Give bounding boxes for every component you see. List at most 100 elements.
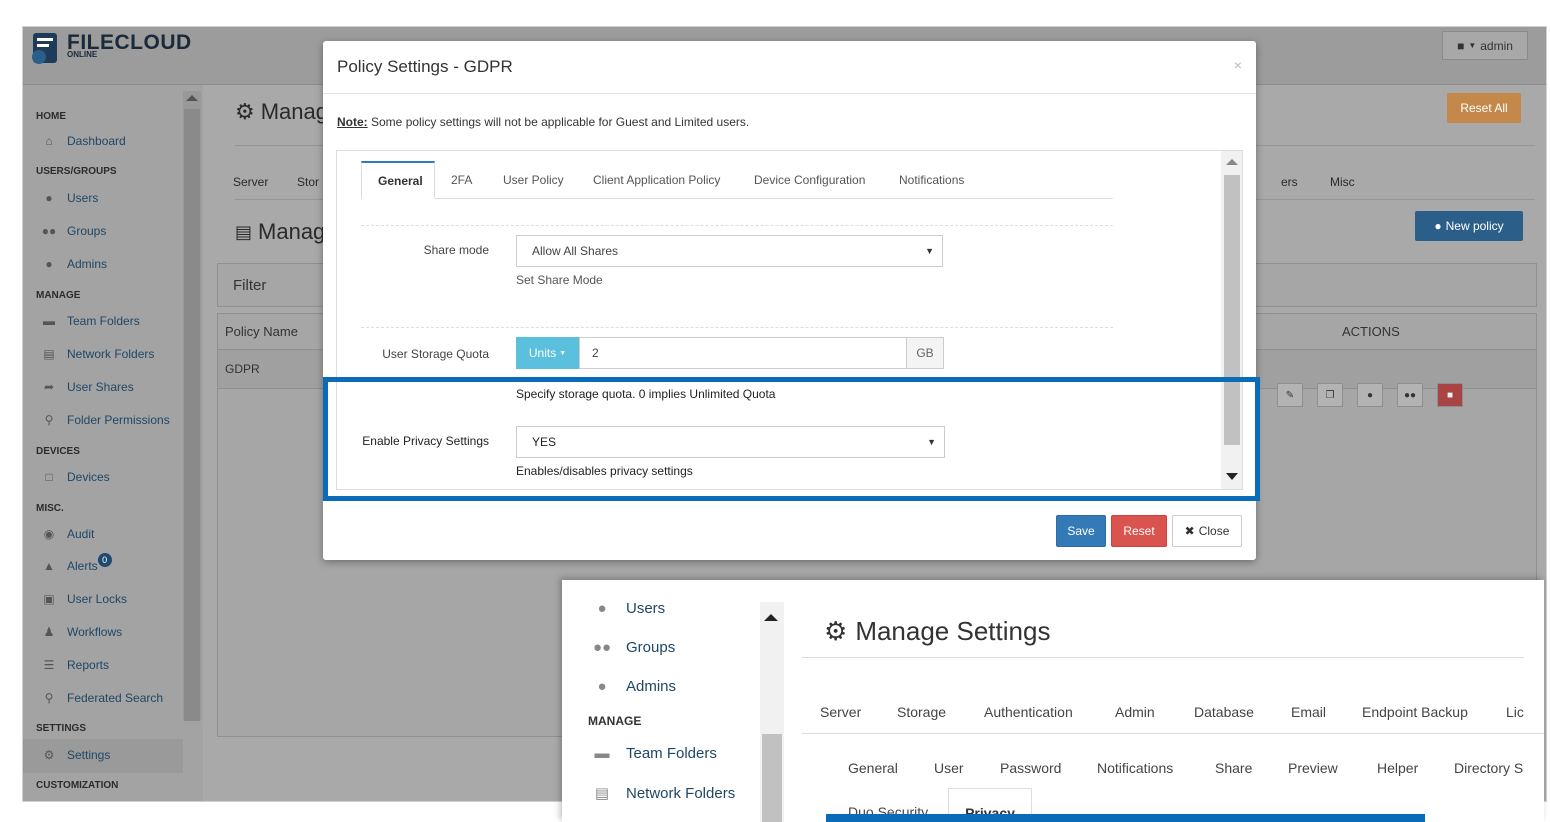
users-icon: ●● [41,224,57,238]
tab-user-policy[interactable]: User Policy [487,161,580,199]
admin-user-menu[interactable]: ■ ▼ admin [1442,31,1528,60]
tab-authentication[interactable]: Authentication [984,704,1073,720]
close-button[interactable]: ✖ Close [1172,515,1242,547]
subtab-general[interactable]: General [848,760,898,776]
subtab-helper[interactable]: Helper [1377,760,1418,776]
filecloud-logo[interactable]: FILECLOUD ONLINE [29,29,191,67]
sidebar-section-customization: CUSTOMIZATION [36,780,119,791]
tab-notifications[interactable]: Notifications [883,161,980,199]
tab-storage[interactable]: Stor [297,175,319,189]
sidebar-item-network-folders[interactable]: ▤ Network Folders [592,784,736,803]
eye-icon: ◉ [43,527,55,541]
policy-name-cell: GDPR [225,362,260,376]
sidebar-item-dashboard[interactable]: ⌂ Dashboard [41,134,125,148]
sidebar-item-team-folders[interactable]: ▬ Team Folders [592,745,717,762]
sidebar-item-users[interactable]: ● Users [41,191,98,205]
tab-storage[interactable]: Storage [897,704,946,720]
sidebar-item-user-shares[interactable]: ➦ User Shares [41,380,134,394]
close-icon[interactable]: × [1234,57,1242,73]
subtab-share[interactable]: Share [1215,760,1252,776]
note-text: Some policy settings will not be applica… [367,115,750,129]
tab-server[interactable]: Server [233,175,268,189]
edit-icon[interactable]: ✎ [1277,383,1303,407]
sidebar-item-folder-permissions[interactable]: ⚲ Folder Permissions [41,413,170,427]
sidebar-item-groups[interactable]: ●● Groups [592,639,675,656]
user-icon: ● [45,191,53,205]
workflow-icon: ♟ [43,625,55,639]
divider [323,93,1256,94]
new-policy-button[interactable]: ● New policy [1415,211,1523,241]
tab-misc[interactable]: Misc [1330,175,1355,189]
sidebar-scroll-thumb[interactable] [184,109,200,721]
scroll-up-arrow-icon[interactable] [186,95,198,101]
alerts-badge: 0 [97,553,112,567]
sidebar-item-user-locks[interactable]: ▣ User Locks [41,592,127,606]
tab-license-partial[interactable]: Lic [1506,704,1524,720]
share-mode-select[interactable]: Allow All Shares ▼ [516,235,943,267]
sidebar-item-network-folders[interactable]: ▤ Network Folders [41,347,154,361]
sidebar-item-groups[interactable]: ●● Groups [41,224,107,238]
tab-endpoint-backup[interactable]: Endpoint Backup [1362,704,1468,720]
tab-database[interactable]: Database [1194,704,1254,720]
modal-title: Policy Settings - GDPR [337,57,513,76]
divider [361,225,1113,226]
tab-users-partial[interactable]: ers [1281,175,1298,189]
tab-client-application-policy[interactable]: Client Application Policy [577,161,736,199]
sidebar-item-label: Team Folders [67,314,140,328]
folder-open-icon: ▬ [594,745,610,762]
sidebar-item-label: Reports [67,658,110,672]
tab-email[interactable]: Email [1291,704,1326,720]
admin-user-label: admin [1480,38,1513,53]
privacy-highlight-bar [826,814,1425,822]
divider [802,733,1544,734]
plus-circle-icon: ● [1434,219,1442,233]
quota-unit-addon: GB [906,337,944,369]
sidebar-item-label: Network Folders [626,784,736,802]
sidebar-item-alerts[interactable]: ▲ Alerts 0 [41,553,122,573]
user-icon[interactable]: ● [1357,383,1383,407]
sidebar-item-reports[interactable]: ☰ Reports [41,658,109,672]
subtab-directory-partial[interactable]: Directory S [1454,760,1523,776]
tab-admin[interactable]: Admin [1115,704,1155,720]
storage-quota-input[interactable]: 2 [579,337,907,369]
tab-server[interactable]: Server [820,704,861,720]
sidebar-item-label: Audit [67,527,95,541]
sidebar-item-label: Admins [67,257,108,271]
tab-general[interactable]: General [361,161,435,199]
sidebar-item-team-folders[interactable]: ▬ Team Folders [41,314,140,328]
sidebar-item-settings[interactable]: ⚙ Settings [41,748,111,762]
sidebar-scrollbar[interactable] [183,91,201,721]
reset-all-button[interactable]: Reset All [1447,93,1521,123]
tab-device-configuration[interactable]: Device Configuration [738,161,881,199]
folder-open-icon: ▬ [43,314,55,328]
inset-scroll-thumb[interactable] [762,734,782,822]
users-icon[interactable]: ●● [1397,383,1423,407]
scroll-up-arrow-icon[interactable] [1226,159,1238,165]
delete-icon[interactable]: ■ [1437,383,1463,407]
caret-down-icon: ▼ [925,246,934,256]
search-icon: ⚲ [44,691,54,705]
subtab-user[interactable]: User [934,760,964,776]
sidebar-item-admins[interactable]: ● Admins [41,257,107,271]
subtab-preview[interactable]: Preview [1288,760,1338,776]
scroll-up-arrow-icon[interactable] [764,614,778,621]
sidebar-item-users[interactable]: ● Users [592,600,665,617]
units-dropdown-button[interactable]: Units ▼ [516,337,579,369]
inset-sidebar-scrollbar[interactable] [760,602,784,822]
subtab-notifications[interactable]: Notifications [1097,760,1173,776]
sidebar-item-devices[interactable]: □ Devices [41,470,109,484]
sidebar-item-label: Groups [67,224,107,238]
sidebar-item-label: Workflows [67,625,123,639]
sidebar-item-workflows[interactable]: ♟ Workflows [41,625,123,639]
sidebar-item-admins[interactable]: ● Admins [592,678,676,695]
subtab-password[interactable]: Password [1000,760,1061,776]
sidebar-item-label: Network Folders [67,347,155,361]
sidebar-item-federated-search[interactable]: ⚲ Federated Search [41,691,163,705]
sidebar: HOME ⌂ Dashboard USERS/GROUPS ● Users ●● Gr… [23,85,203,801]
copy-icon[interactable]: ❐ [1317,383,1343,407]
save-button[interactable]: Save [1056,515,1106,547]
share-icon: ➦ [43,380,55,394]
reset-button[interactable]: Reset [1111,515,1167,547]
tab-2fa[interactable]: 2FA [435,161,488,199]
sidebar-item-audit[interactable]: ◉ Audit [41,527,95,541]
